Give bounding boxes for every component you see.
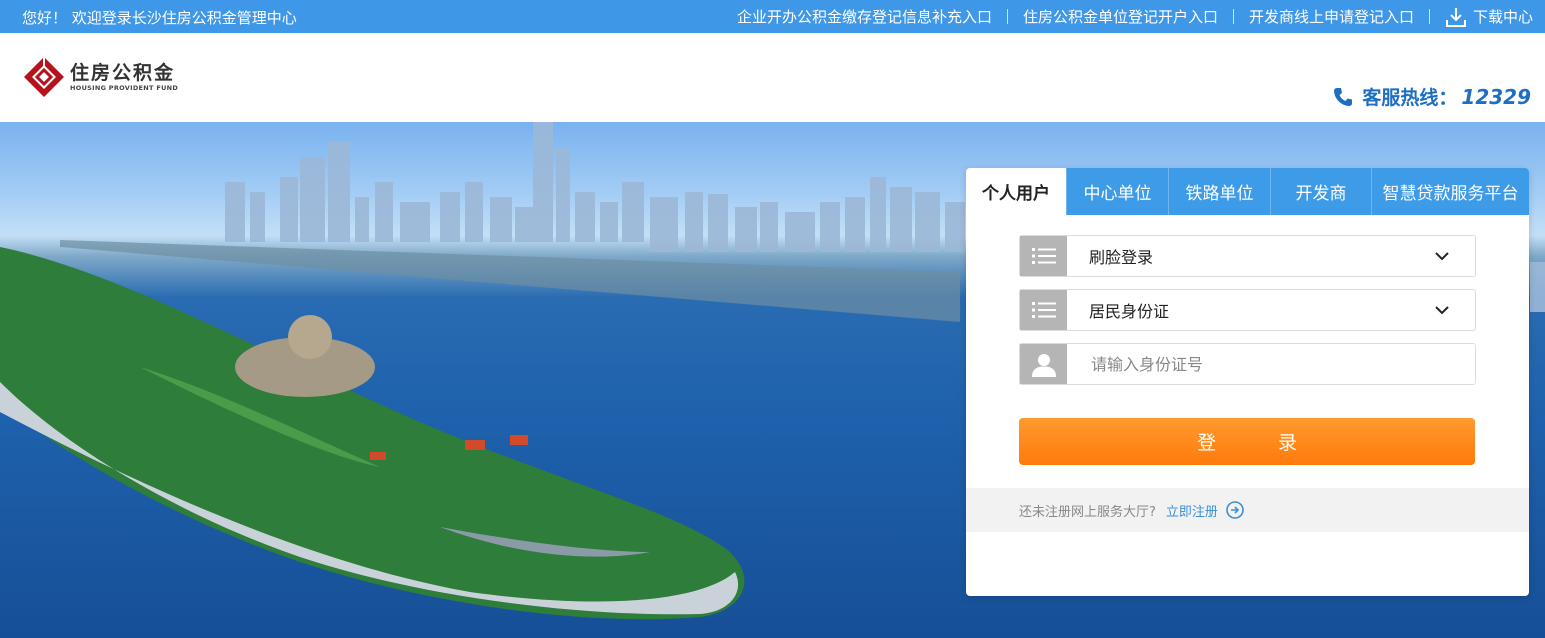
login-panel: 个人用户 中心单位 铁路单位 开发商 智慧贷款服务平台 刷脸登录 居民身份证 请…	[966, 168, 1529, 596]
divider	[1006, 9, 1008, 24]
id-type-value: 居民身份证	[1089, 302, 1170, 321]
logo-subtext: HOUSING PROVIDENT FUND	[70, 83, 179, 92]
arrow-right-circle-icon	[1226, 501, 1244, 519]
download-center-label: 下载中心	[1472, 8, 1533, 26]
user-icon	[1020, 344, 1067, 384]
logo-text: 住房公积金	[70, 61, 176, 84]
link-enterprise-supplement[interactable]: 企业开办公积金缴存登记信息补充入口	[737, 6, 992, 27]
welcome-text: 您好！ 欢迎登录长沙住房公积金管理中心	[22, 9, 297, 27]
login-method-select[interactable]: 刷脸登录	[1019, 235, 1476, 277]
chevron-down-icon	[1435, 305, 1449, 314]
chevron-down-icon	[1435, 251, 1449, 260]
user-type-tabs: 个人用户 中心单位 铁路单位 开发商 智慧贷款服务平台	[966, 168, 1529, 215]
tab-developer[interactable]: 开发商	[1270, 168, 1371, 215]
hotline-label: 客服热线：	[1362, 87, 1458, 109]
login-button[interactable]: 登 录	[1019, 418, 1475, 465]
tab-personal-user[interactable]: 个人用户	[966, 168, 1066, 215]
phone-icon	[1334, 87, 1353, 106]
download-icon	[1445, 7, 1466, 27]
register-link[interactable]: 立即注册	[1166, 501, 1244, 520]
register-link-label: 立即注册	[1165, 504, 1218, 520]
logo[interactable]: 住房公积金 HOUSING PROVIDENT FUND	[22, 55, 178, 99]
tab-center-unit[interactable]: 中心单位	[1066, 168, 1168, 215]
link-developer-registration[interactable]: 开发商线上申请登记入口	[1249, 6, 1414, 27]
divider	[1232, 9, 1234, 24]
tab-smart-loan-platform[interactable]: 智慧贷款服务平台	[1371, 168, 1529, 215]
id-number-field	[1019, 343, 1476, 385]
top-links: 企业开办公积金缴存登记信息补充入口 住房公积金单位登记开户入口 开发商线上申请登…	[737, 0, 1533, 33]
id-type-select[interactable]: 居民身份证	[1019, 289, 1476, 331]
provident-fund-logo-icon	[24, 57, 64, 97]
id-number-input[interactable]	[1091, 354, 1475, 374]
header: 住房公积金 HOUSING PROVIDENT FUND 客服热线： 12329	[0, 33, 1545, 122]
link-unit-registration[interactable]: 住房公积金单位登记开户入口	[1023, 6, 1218, 27]
register-bar: 还未注册网上服务大厅? 立即注册	[966, 488, 1529, 532]
hotline: 客服热线： 12329	[1332, 83, 1531, 110]
divider	[1428, 9, 1430, 24]
list-icon	[1020, 236, 1067, 276]
tab-railway-unit[interactable]: 铁路单位	[1168, 168, 1270, 215]
top-bar: 您好！ 欢迎登录长沙住房公积金管理中心 企业开办公积金缴存登记信息补充入口 住房…	[0, 0, 1545, 33]
register-question: 还未注册网上服务大厅?	[1019, 504, 1156, 520]
list-icon	[1020, 290, 1067, 330]
login-method-value: 刷脸登录	[1089, 248, 1154, 267]
hotline-number: 12329	[1461, 84, 1531, 109]
download-center-link[interactable]: 下载中心	[1445, 6, 1533, 28]
